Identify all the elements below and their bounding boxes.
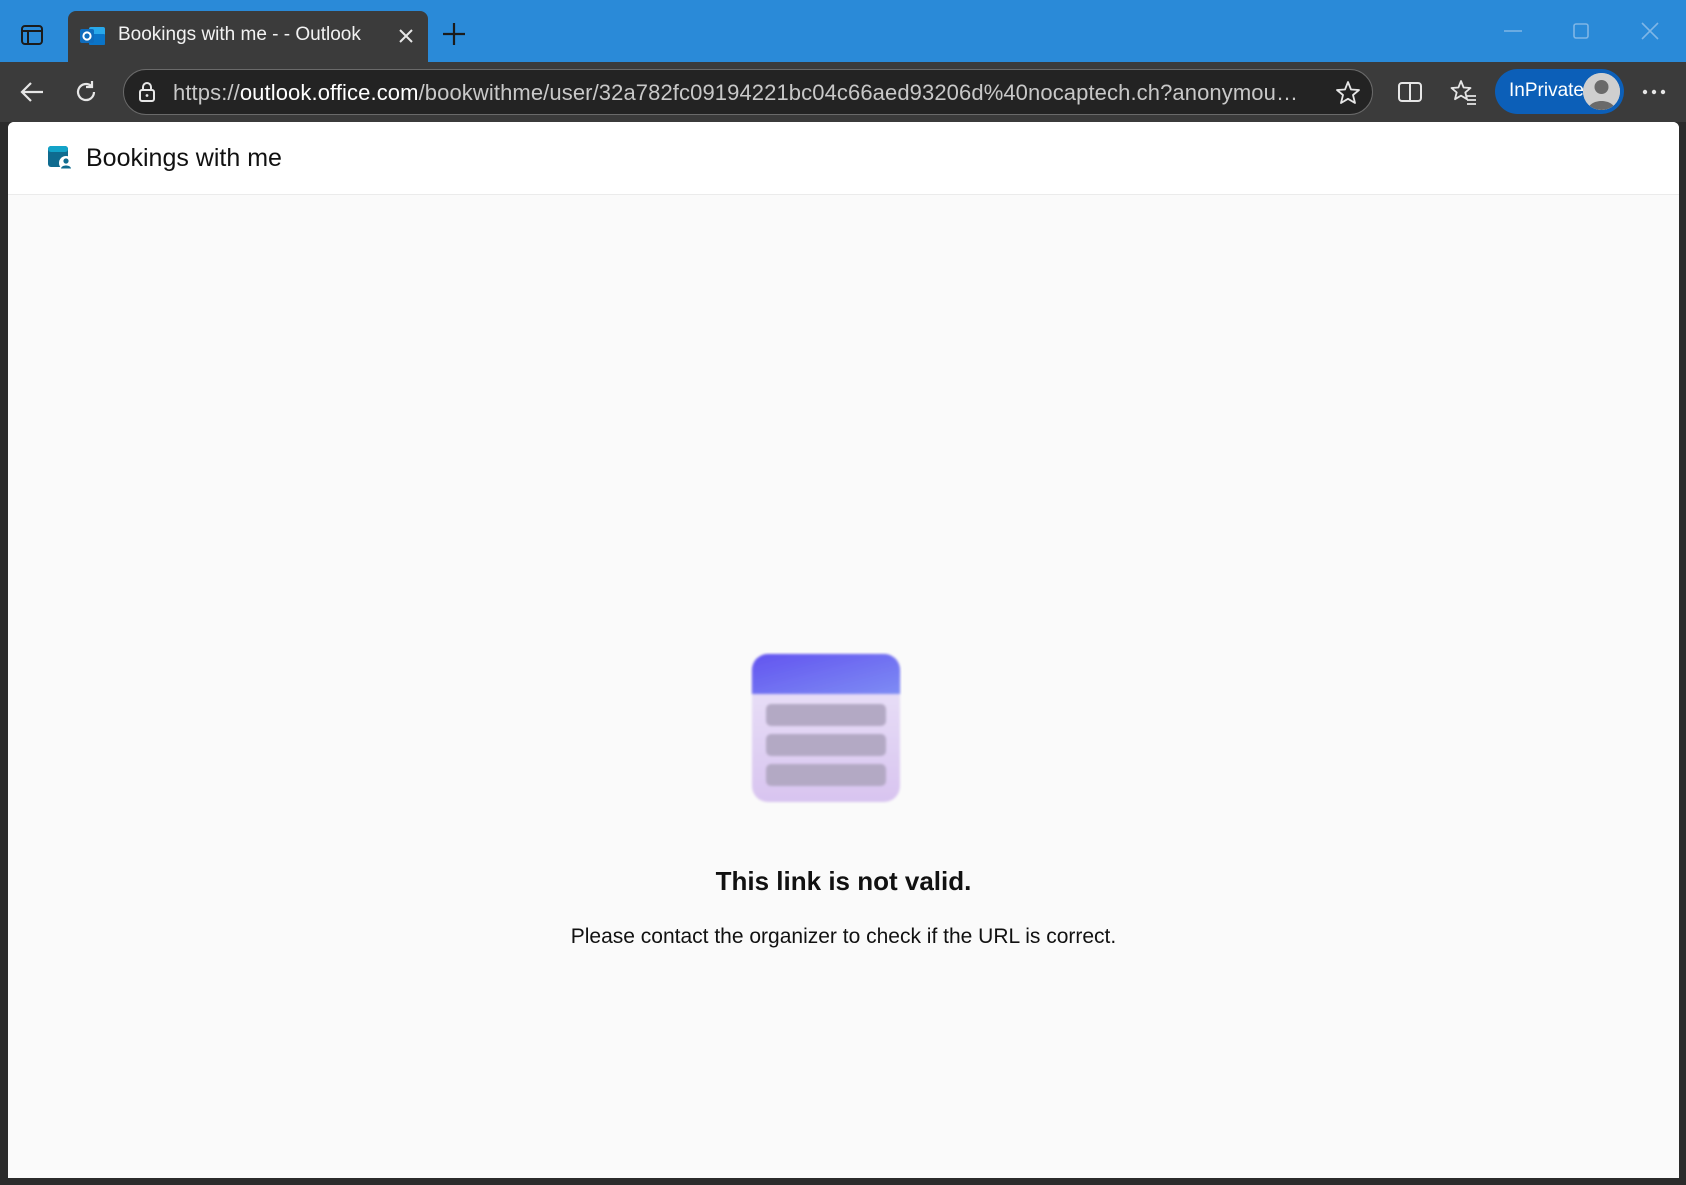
active-tab[interactable]: Bookings with me - - Outlook [68,11,428,62]
url-text[interactable]: https://outlook.office.com/bookwithme/us… [173,80,1303,106]
tab-title: Bookings with me - - Outlook [118,24,361,45]
back-icon[interactable] [14,74,50,110]
title-bar: Bookings with me - - Outlook [0,0,1686,62]
favorites-icon[interactable] [1446,74,1482,110]
sidebar-toggle-icon[interactable] [14,18,50,52]
page-content: Bookings with me This link is not valid.… [8,122,1679,1178]
calendar-list-illustration [750,652,902,804]
close-tab-icon[interactable] [396,26,416,46]
maximize-icon[interactable] [1566,16,1596,46]
browser-toolbar: https://outlook.office.com/bookwithme/us… [0,62,1686,122]
address-bar[interactable]: https://outlook.office.com/bookwithme/us… [123,69,1373,115]
minimize-icon[interactable] [1498,16,1528,46]
refresh-icon[interactable] [68,74,104,110]
page-header: Bookings with me [8,122,1679,195]
close-window-icon[interactable] [1635,16,1665,46]
bookings-icon [47,144,73,172]
new-tab-icon[interactable] [440,20,468,48]
outlook-icon [80,24,106,48]
url-path: /bookwithme/user/32a782fc09194221bc04c66… [418,80,1303,105]
profile-avatar [1583,73,1620,110]
error-title: This link is not valid. [715,866,972,896]
url-host: outlook.office.com [239,80,419,105]
inprivate-button[interactable]: InPrivate [1495,69,1624,114]
error-message: Please contact the organizer to check if… [570,925,1117,948]
more-options-icon[interactable] [1636,74,1672,110]
add-favorite-star-icon[interactable] [1334,79,1362,107]
url-scheme: https:// [173,80,240,105]
split-screen-icon[interactable] [1392,74,1428,110]
inprivate-label: InPrivate [1509,80,1584,101]
app-title: Bookings with me [86,144,282,172]
lock-icon[interactable] [136,81,158,103]
